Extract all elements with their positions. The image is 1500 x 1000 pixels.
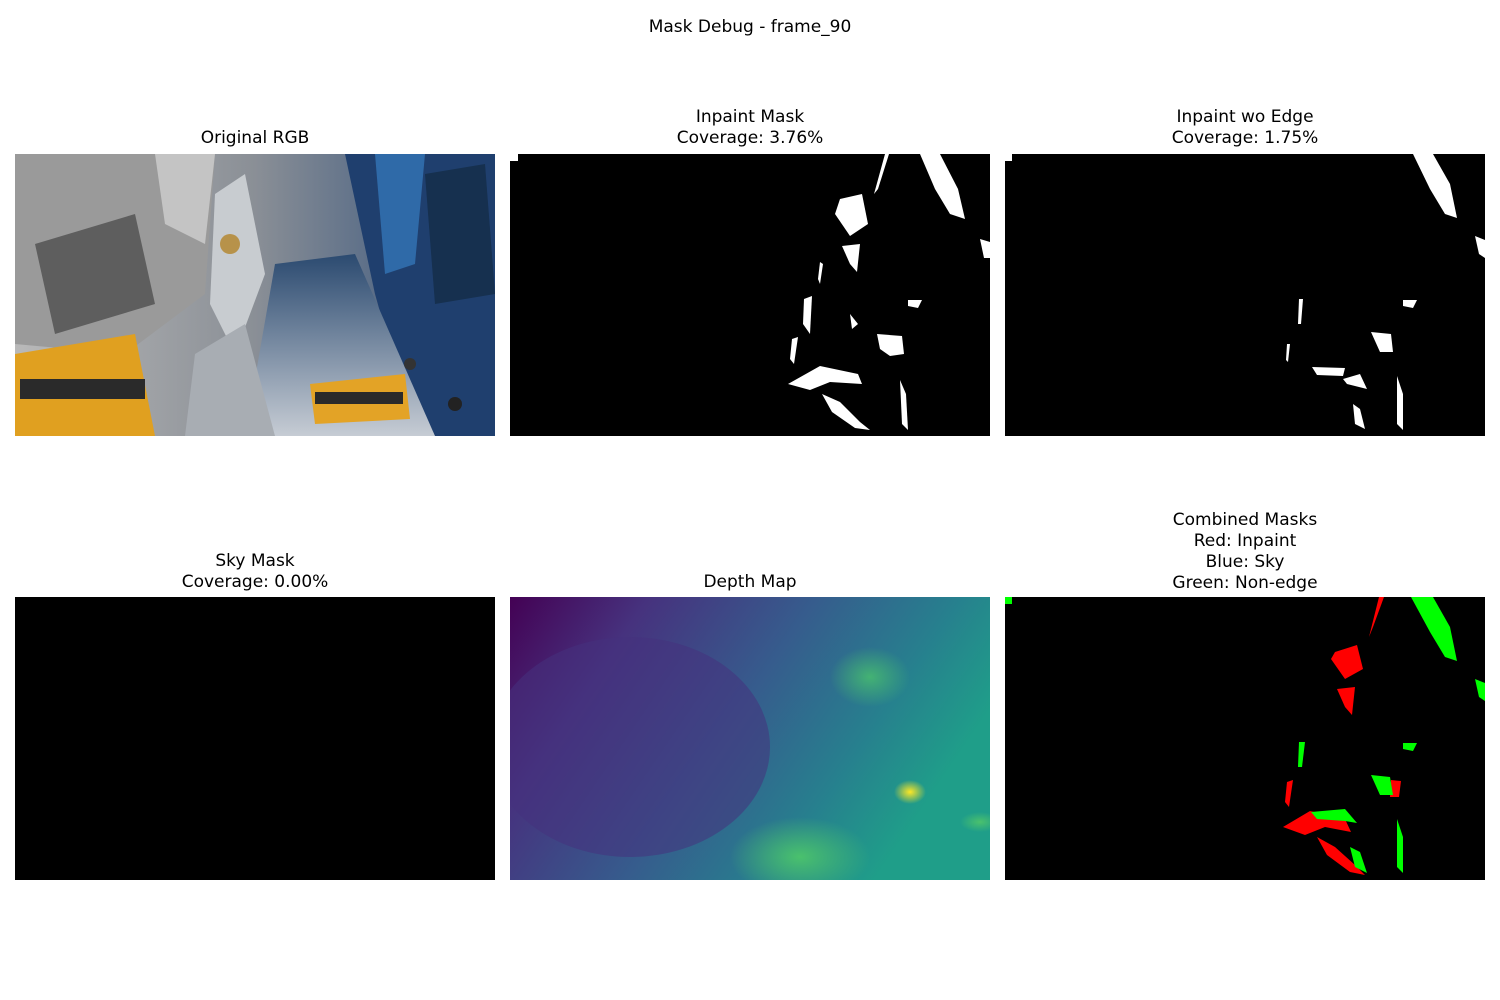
sky-coverage: Coverage: 0.00%: [181, 572, 329, 592]
original-title: Original RGB: [200, 128, 310, 148]
inpaint-wo-edge-title: Inpaint wo Edge Coverage: 1.75%: [1005, 107, 1485, 149]
inpaint-coverage: Coverage: 3.76%: [676, 128, 824, 148]
inpaint-title: Inpaint Mask Coverage: 3.76%: [510, 107, 990, 149]
combined-title: Combined Masks Red: Inpaint Blue: Sky Gr…: [1005, 510, 1485, 594]
depth-title: Depth Map: [703, 572, 797, 592]
original-rgb-image: [15, 154, 495, 436]
figure-title: Mask Debug - frame_90: [648, 17, 852, 37]
sky-mask-image: [15, 597, 495, 880]
depth-map-image: [510, 597, 990, 880]
legend-inpaint: Red: Inpaint: [1193, 531, 1297, 551]
sky-title: Sky Mask Coverage: 0.00%: [15, 551, 495, 593]
inpaint-wo-edge-image: [1005, 154, 1485, 436]
inpaint-mask-image: [510, 154, 990, 436]
combined-masks-image: [1005, 597, 1485, 880]
legend-non-edge: Green: Non-edge: [1172, 573, 1318, 593]
inpaint-wo-edge-coverage: Coverage: 1.75%: [1171, 128, 1319, 148]
legend-sky: Blue: Sky: [1205, 552, 1285, 572]
